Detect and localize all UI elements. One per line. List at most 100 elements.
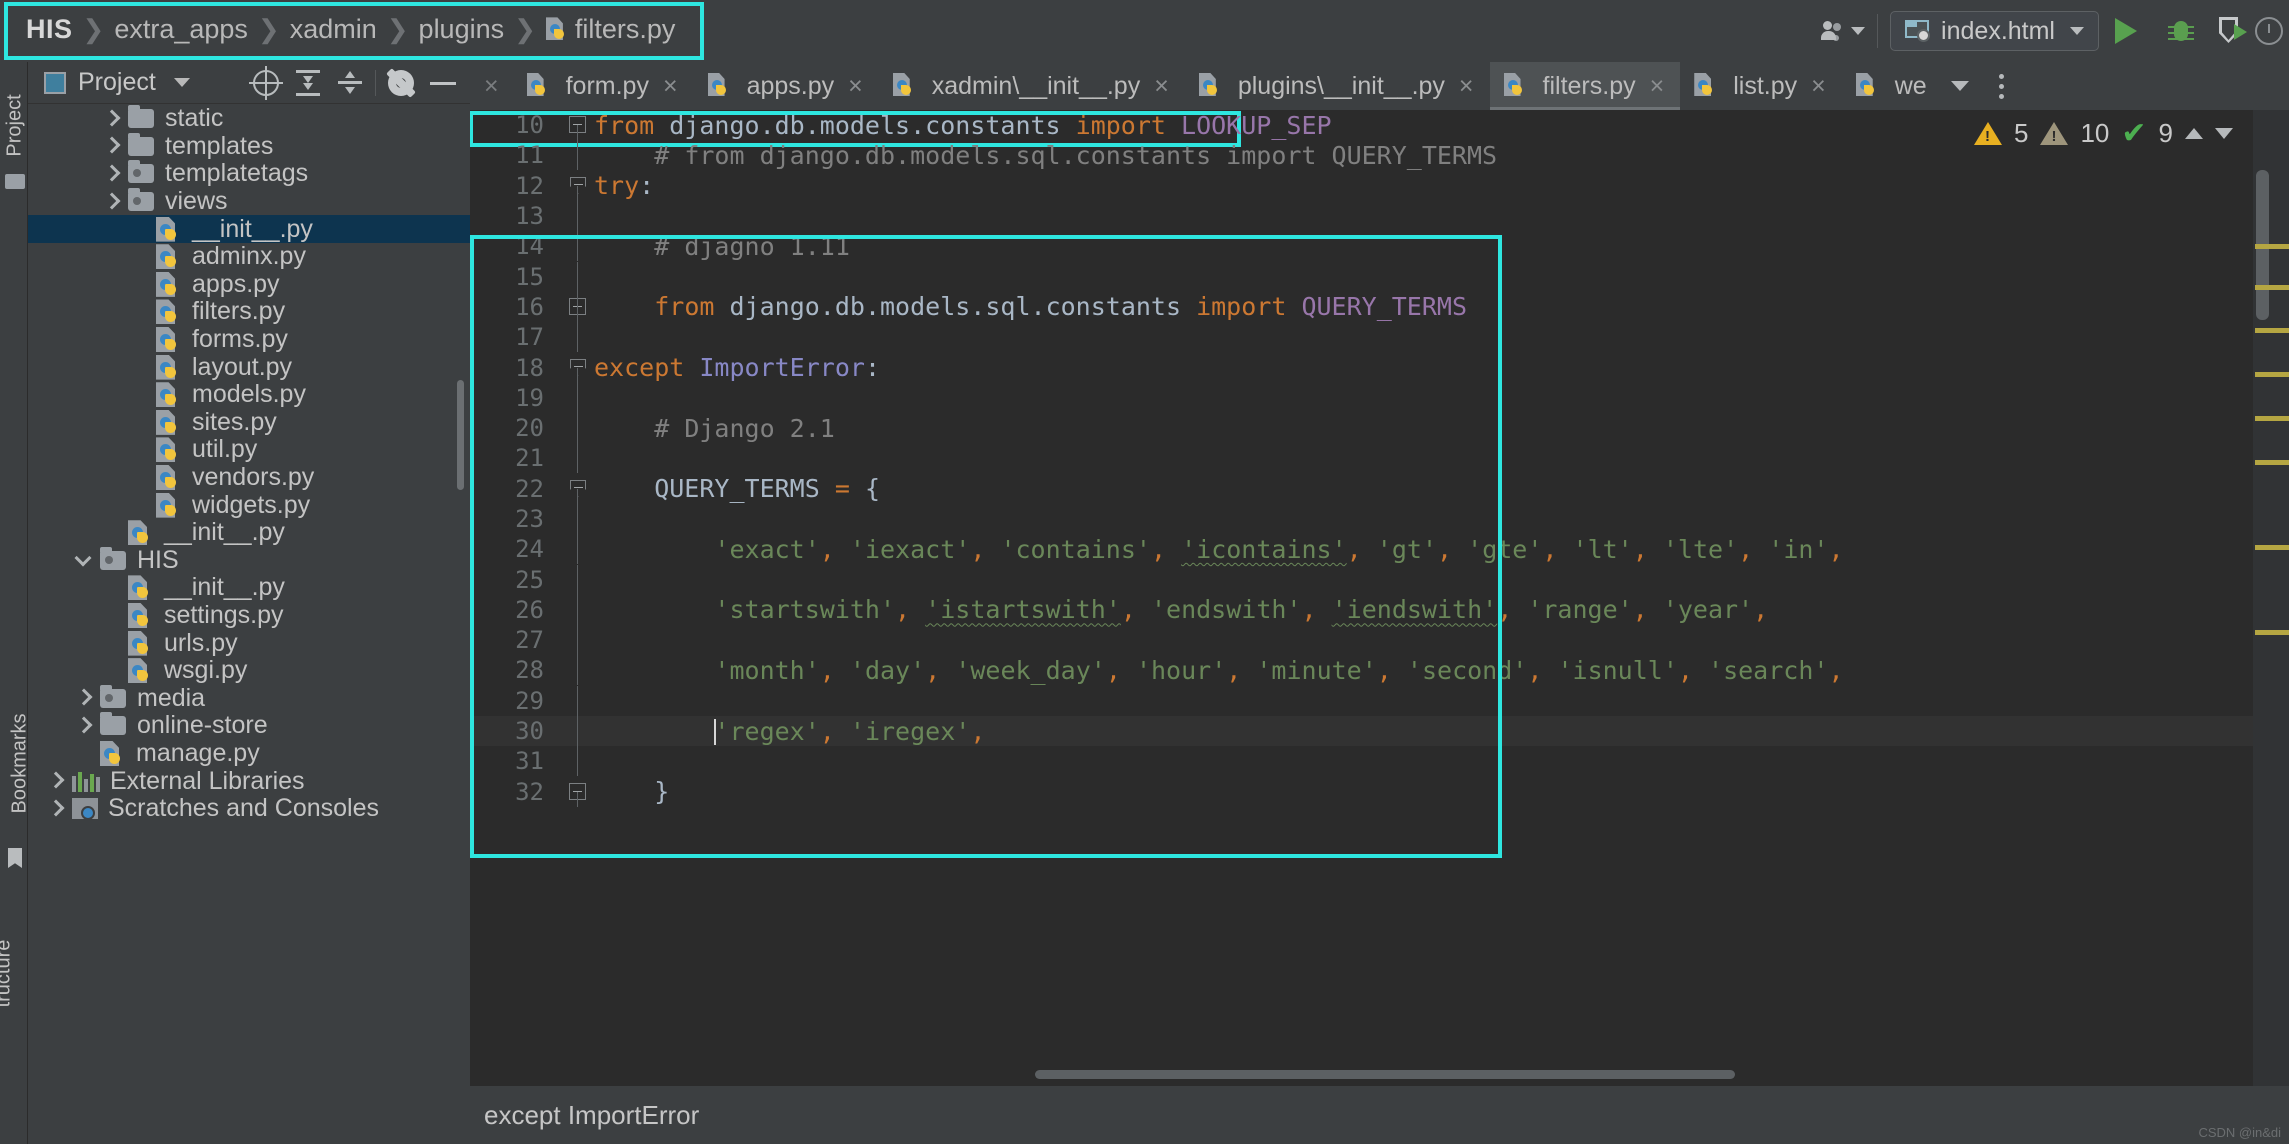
tree-item-online-store[interactable]: online-store (28, 711, 470, 740)
fold-gutter[interactable] (562, 504, 594, 534)
tree-item-scratches-and-consoles[interactable]: Scratches and Consoles (28, 794, 470, 823)
close-icon[interactable]: × (470, 62, 513, 110)
code-line-30[interactable]: 30 'regex', 'iregex', (470, 715, 2289, 747)
tree-item-adminx-py[interactable]: adminx.py (28, 242, 470, 271)
run-configuration-selector[interactable]: index.html (1890, 11, 2099, 51)
editor-tab-apps-py[interactable]: apps.py × (694, 62, 879, 110)
code-line-20[interactable]: 20 # Django 2.1 (470, 413, 2289, 444)
user-menu-button[interactable] (1821, 11, 1866, 51)
fold-gutter[interactable] (562, 413, 594, 444)
fold-gutter[interactable] (562, 201, 594, 232)
fold-gutter[interactable] (562, 231, 594, 262)
editor-marker-gutter[interactable] (2253, 110, 2289, 1086)
fold-gutter[interactable] (562, 625, 594, 656)
inspection-widget[interactable]: 5 10 ✔ 9 (1974, 116, 2233, 151)
code-editor[interactable]: 10 from django.db.models.constants import… (470, 110, 2289, 1086)
tree-item--init-py[interactable]: __init__.py (28, 573, 470, 602)
fold-gutter[interactable] (562, 110, 594, 141)
run-with-coverage-button[interactable] (2219, 17, 2247, 45)
tree-item-forms-py[interactable]: forms.py (28, 325, 470, 354)
close-tab-icon[interactable]: × (1650, 72, 1665, 101)
fold-gutter[interactable] (562, 777, 594, 807)
tree-item-sites-py[interactable]: sites.py (28, 408, 470, 437)
code-line-27[interactable]: 27 (470, 625, 2289, 656)
rail-item-project[interactable]: Project (4, 94, 27, 156)
tree-item-layout-py[interactable]: layout.py (28, 353, 470, 381)
close-tab-icon[interactable]: × (1459, 72, 1474, 101)
tree-item-external-libraries[interactable]: External Libraries (28, 767, 470, 795)
fold-gutter[interactable] (562, 291, 594, 322)
tree-item-widgets-py[interactable]: widgets.py (28, 491, 470, 519)
chevron-right-icon[interactable] (74, 716, 94, 736)
tree-item-apps-py[interactable]: apps.py (28, 270, 470, 299)
code-line-32[interactable]: 32 } (470, 777, 2289, 807)
fold-gutter[interactable] (562, 534, 594, 565)
code-line-17[interactable]: 17 (470, 322, 2289, 353)
code-line-24[interactable]: 24 'exact', 'iexact', 'contains', 'icont… (470, 534, 2289, 565)
editor-tab-filters-py[interactable]: filters.py × (1489, 62, 1681, 110)
breadcrumb-item-extra-apps[interactable]: extra_apps (108, 14, 254, 45)
rail-item-structure[interactable]: tructure (0, 940, 15, 1008)
fold-gutter[interactable] (562, 261, 594, 292)
tree-item-vendors-py[interactable]: vendors.py (28, 463, 470, 492)
chevron-down-icon[interactable] (173, 78, 190, 87)
fold-gutter[interactable] (562, 353, 594, 383)
tree-item-wsgi-py[interactable]: wsgi.py (28, 656, 470, 685)
code-line-26[interactable]: 26 'startswith', 'istartswith', 'endswit… (470, 594, 2289, 625)
code-line-25[interactable]: 25 (470, 564, 2289, 595)
tree-item-models-py[interactable]: models.py (28, 380, 470, 409)
next-problem-button[interactable] (2215, 128, 2233, 139)
previous-problem-button[interactable] (2185, 128, 2203, 139)
fold-gutter[interactable] (562, 474, 594, 504)
editor-horizontal-scrollbar[interactable] (1035, 1070, 1735, 1079)
code-line-28[interactable]: 28 'month', 'day', 'week_day', 'hour', '… (470, 655, 2289, 686)
code-line-15[interactable]: 15 (470, 261, 2289, 292)
tree-item--init-py[interactable]: __init__.py (28, 215, 470, 243)
chevron-right-icon[interactable] (74, 688, 94, 708)
fold-gutter[interactable] (562, 564, 594, 595)
chevron-right-icon[interactable] (46, 799, 66, 819)
close-tab-icon[interactable]: × (848, 72, 863, 101)
hide-panel-button[interactable] (422, 62, 464, 104)
tree-item-manage-py[interactable]: manage.py (28, 739, 470, 768)
tree-item-his[interactable]: HIS (28, 546, 470, 575)
editor-tab-form-py[interactable]: form.py × (513, 62, 694, 110)
chevron-right-icon[interactable] (102, 192, 122, 212)
chevron-right-icon[interactable] (102, 136, 122, 156)
editor-tab-plugins-init-py[interactable]: plugins\__init__.py × (1185, 62, 1490, 110)
profile-button[interactable] (2255, 17, 2283, 45)
fold-gutter[interactable] (562, 746, 594, 777)
tree-item-urls-py[interactable]: urls.py (28, 629, 470, 657)
breadcrumb-item-his[interactable]: HIS (20, 14, 79, 45)
code-line-29[interactable]: 29 (470, 685, 2289, 716)
tree-item-views[interactable]: views (28, 187, 470, 216)
tree-item-util-py[interactable]: util.py (28, 435, 470, 464)
tree-item-static[interactable]: static (28, 105, 470, 133)
tree-item-settings-py[interactable]: settings.py (28, 601, 470, 630)
select-opened-file-button[interactable] (245, 62, 287, 104)
code-line-12[interactable]: 12 try: (470, 171, 2289, 201)
fold-gutter[interactable] (562, 140, 594, 171)
code-line-13[interactable]: 13 (470, 201, 2289, 232)
fold-gutter[interactable] (562, 716, 594, 747)
collapse-all-button[interactable] (329, 62, 371, 104)
close-tab-icon[interactable]: × (1154, 72, 1169, 101)
tree-item--init-py[interactable]: __init__.py (28, 518, 470, 547)
editor-tab-we[interactable]: we (1842, 62, 1985, 110)
project-tree-scrollbar[interactable] (457, 380, 464, 490)
fold-gutter[interactable] (562, 382, 594, 413)
editor-tab-xadmin-init-py[interactable]: xadmin\__init__.py × (879, 62, 1185, 110)
chevron-down-icon[interactable] (1950, 81, 1969, 91)
chevron-right-icon[interactable] (102, 109, 122, 129)
chevron-right-icon[interactable] (102, 164, 122, 184)
code-line-21[interactable]: 21 (470, 443, 2289, 474)
breadcrumb-item-filters-py[interactable]: filters.py (540, 14, 682, 45)
code-line-14[interactable]: 14 # djagno 1.11 (470, 231, 2289, 262)
close-tab-icon[interactable]: × (1811, 72, 1826, 101)
chevron-down-icon[interactable] (74, 550, 94, 570)
code-line-19[interactable]: 19 (470, 382, 2289, 413)
debug-button[interactable] (2167, 17, 2195, 45)
expand-all-button[interactable] (287, 62, 329, 104)
fold-gutter[interactable] (562, 594, 594, 625)
close-tab-icon[interactable]: × (663, 72, 678, 101)
